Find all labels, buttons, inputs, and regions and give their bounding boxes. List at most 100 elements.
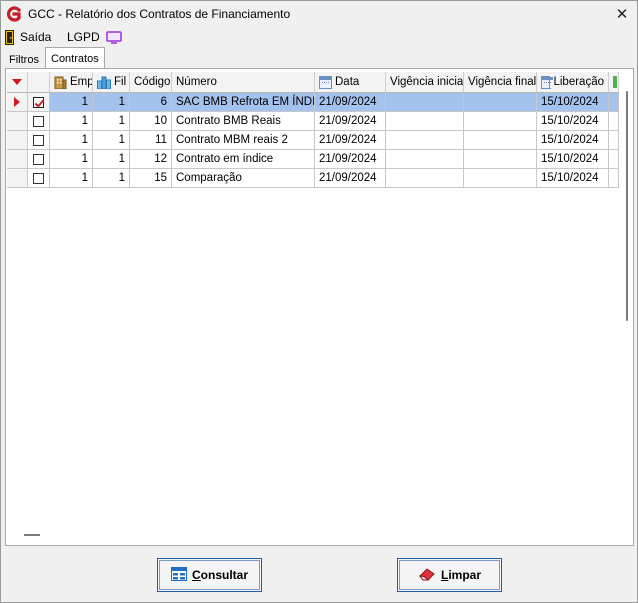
- close-button[interactable]: ✕: [607, 1, 637, 27]
- green-icon: [613, 76, 617, 88]
- cell-fil: 1: [93, 131, 130, 150]
- cell-overflow: [609, 169, 619, 188]
- column-label-fil: Fil: [114, 76, 127, 88]
- column-header-liberacao[interactable]: Liberação: [537, 72, 609, 93]
- cell-data: 21/09/2024: [315, 112, 386, 131]
- row-checkbox-cell[interactable]: [28, 150, 50, 169]
- row-indicator[interactable]: [7, 112, 28, 131]
- current-row-arrow-icon: [14, 97, 20, 107]
- cell-liberacao: 15/10/2024: [537, 93, 609, 112]
- cell-vigencia-final: [464, 150, 537, 169]
- row-indicator[interactable]: [7, 169, 28, 188]
- table-row[interactable]: 1 1 10 Contrato BMB Reais 21/09/2024 15/10/20…: [7, 112, 619, 131]
- tab-bar: Filtros Contratos: [1, 47, 637, 69]
- column-header-vigencia-final[interactable]: Vigência final: [464, 72, 537, 93]
- cell-vigencia-inicial: [386, 131, 464, 150]
- column-header-fil[interactable]: Fil: [93, 72, 130, 93]
- row-checkbox[interactable]: [33, 172, 44, 184]
- column-header-vigencia-inicial[interactable]: Vigência inicial: [386, 72, 464, 93]
- row-checkbox-cell[interactable]: [28, 169, 50, 188]
- table-row[interactable]: 1 1 6 SAC BMB Refrota EM ÍNDI... 21/09/2024 1…: [7, 93, 619, 112]
- menu-lgpd[interactable]: LGPD: [67, 28, 122, 46]
- cell-vigencia-final: [464, 93, 537, 112]
- cell-codigo: 6: [130, 93, 172, 112]
- tab-filtros[interactable]: Filtros: [4, 51, 44, 69]
- row-indicator[interactable]: [7, 93, 28, 112]
- cell-vigencia-inicial: [386, 93, 464, 112]
- limpar-label: impar: [448, 568, 482, 582]
- tab-contratos[interactable]: Contratos: [45, 47, 105, 69]
- window-title: GCC - Relatório dos Contratos de Financi…: [28, 7, 291, 21]
- cell-liberacao: 15/10/2024: [537, 112, 609, 131]
- row-indicator[interactable]: [7, 131, 28, 150]
- cell-numero: Comparação: [172, 169, 315, 188]
- consultar-button[interactable]: Consultar: [157, 558, 262, 592]
- calendar-icon: [541, 75, 554, 89]
- cell-data: 21/09/2024: [315, 169, 386, 188]
- cell-emp: 1: [50, 150, 93, 169]
- column-header-data[interactable]: Data: [315, 72, 386, 93]
- cell-fil: 1: [93, 93, 130, 112]
- row-checkbox-cell[interactable]: [28, 93, 50, 112]
- cell-fil: 1: [93, 169, 130, 188]
- table-row[interactable]: 1 1 15 Comparação 21/09/2024 15/10/2024: [7, 169, 619, 188]
- cell-codigo: 12: [130, 150, 172, 169]
- cell-liberacao: 15/10/2024: [537, 131, 609, 150]
- cell-codigo: 11: [130, 131, 172, 150]
- column-label-emp: Emp: [70, 76, 93, 88]
- cell-vigencia-inicial: [386, 169, 464, 188]
- column-header-overflow: [609, 72, 619, 93]
- cell-overflow: [609, 93, 619, 112]
- cell-overflow: [609, 150, 619, 169]
- row-checkbox[interactable]: [33, 115, 44, 127]
- cell-data: 21/09/2024: [315, 93, 386, 112]
- cell-emp: 1: [50, 112, 93, 131]
- cell-vigencia-final: [464, 169, 537, 188]
- building-icon: [54, 75, 67, 90]
- cell-numero: Contrato BMB Reais: [172, 112, 315, 131]
- cell-data: 21/09/2024: [315, 150, 386, 169]
- branch-buildings-icon: [97, 76, 111, 89]
- limpar-button[interactable]: Limpar: [397, 558, 502, 592]
- row-checkbox[interactable]: [33, 134, 44, 146]
- column-header-numero[interactable]: Número: [172, 72, 315, 93]
- row-indicator[interactable]: [7, 150, 28, 169]
- horizontal-scroll-thumb[interactable]: [24, 534, 40, 536]
- row-checkbox[interactable]: [33, 96, 44, 108]
- vertical-scrollbar[interactable]: [623, 87, 631, 543]
- cell-data: 21/09/2024: [315, 131, 386, 150]
- row-checkbox-cell[interactable]: [28, 112, 50, 131]
- menu-saida[interactable]: Saída: [5, 28, 51, 46]
- consultar-label: onsultar: [200, 568, 248, 582]
- column-label-liberacao: Liberação: [553, 76, 604, 88]
- sort-menu-button[interactable]: [7, 72, 28, 93]
- column-header-codigo[interactable]: Código: [130, 72, 172, 93]
- cell-numero: Contrato em índice: [172, 150, 315, 169]
- grid-header-row: Emp Fil Código Número Data Vigência inic…: [7, 72, 619, 93]
- column-header-emp[interactable]: Emp: [50, 72, 93, 93]
- cell-fil: 1: [93, 150, 130, 169]
- column-label-data: Data: [335, 76, 360, 88]
- menu-bar: Saída LGPD: [1, 27, 637, 47]
- cell-emp: 1: [50, 131, 93, 150]
- cell-liberacao: 15/10/2024: [537, 150, 609, 169]
- row-checkbox[interactable]: [33, 153, 44, 165]
- title-bar: GCC - Relatório dos Contratos de Financi…: [1, 1, 637, 27]
- cell-overflow: [609, 112, 619, 131]
- app-logo-icon: [6, 6, 22, 22]
- cell-liberacao: 15/10/2024: [537, 169, 609, 188]
- table-row[interactable]: 1 1 12 Contrato em índice 21/09/2024 15/10/20…: [7, 150, 619, 169]
- table-search-icon: [170, 566, 187, 584]
- vertical-scroll-thumb[interactable]: [626, 91, 628, 321]
- menu-lgpd-label: LGPD: [67, 30, 100, 44]
- cell-emp: 1: [50, 169, 93, 188]
- exit-door-icon: [5, 29, 15, 45]
- cell-codigo: 15: [130, 169, 172, 188]
- cell-emp: 1: [50, 93, 93, 112]
- row-checkbox-cell[interactable]: [28, 131, 50, 150]
- cell-codigo: 10: [130, 112, 172, 131]
- calendar-icon: [319, 75, 332, 89]
- table-row[interactable]: 1 1 11 Contrato MBM reais 2 21/09/2024 15/10/…: [7, 131, 619, 150]
- contratos-panel: Emp Fil Código Número Data Vigência inic…: [5, 68, 634, 546]
- cell-vigencia-inicial: [386, 112, 464, 131]
